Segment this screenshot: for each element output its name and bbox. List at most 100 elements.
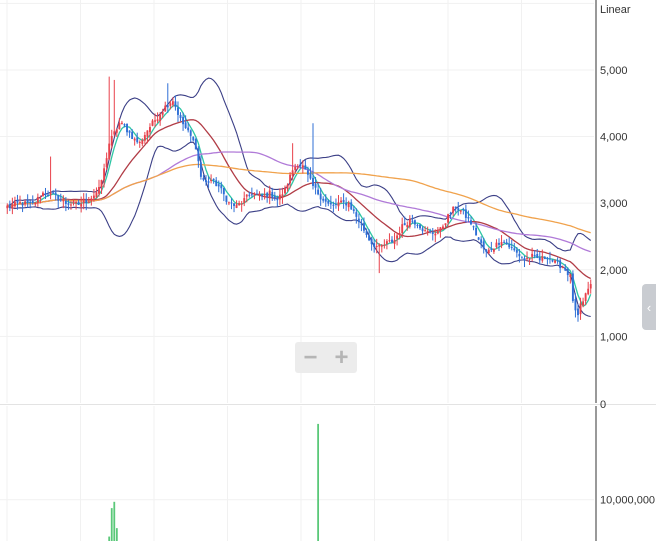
candle-body [380,245,383,247]
candle-body [182,116,185,125]
candle-body [62,200,65,202]
candle-body [566,268,569,276]
price-volume-chart[interactable]: Linear 0 1,000 2,000 3,000 4,000 5,000 10,000… [0,0,656,541]
candle-body [36,197,39,204]
candlestick [464,204,467,223]
candle-body [210,179,213,182]
candlestick [143,131,146,144]
candlestick [151,119,154,127]
candle-body [296,166,299,168]
candle-body [391,239,393,242]
candle-body [227,202,230,204]
candle-body [406,224,409,228]
candlestick [166,83,169,113]
candle-body [151,120,154,126]
candlestick [378,243,381,274]
candle-body [426,230,429,232]
candle-body [457,208,460,211]
moving-average-ma_short [7,104,592,308]
candle-body [304,165,307,170]
candlestick [477,236,480,241]
candle-body [31,200,34,204]
side-panel-toggle[interactable]: ‹ [642,284,656,330]
candlestick [41,191,44,197]
candle-body [454,206,457,209]
zoom-out-button[interactable]: − [295,342,326,373]
candlestick [495,239,498,249]
candlestick [505,238,508,245]
candlestick [215,177,218,187]
scale-mode-label[interactable]: Linear [600,4,631,16]
candle-body [340,200,342,203]
candle-body [306,170,309,175]
candle-body [520,257,523,259]
candle-body [408,219,411,227]
candle-body [419,224,421,229]
candlestick [566,267,569,282]
candle-body [82,200,85,204]
candle-body [64,200,67,204]
candlestick [309,167,312,180]
candlestick [538,251,541,265]
candlestick [561,265,564,269]
candle-body [87,201,90,203]
candle-body [21,203,24,206]
candle-body [347,202,350,208]
candlestick [345,197,348,211]
candlestick [492,248,495,254]
candlestick [174,95,177,111]
candle-body [289,174,292,184]
candle-body [385,241,388,244]
candle-body [449,213,452,215]
candle-body [559,260,562,269]
candle-body [85,199,88,203]
candle-body [490,248,493,251]
candle-body [238,203,241,206]
candle-body [166,105,169,108]
candle-body [24,201,27,205]
candle-body [401,224,404,233]
candle-body [345,203,348,206]
candle-body [57,195,60,201]
candlestick [571,270,574,303]
candle-body [230,202,233,204]
volume-tick-label: 10,000,000 [600,495,655,507]
candle-body [569,274,572,278]
candle-body [541,256,544,261]
volume-bar [110,508,113,541]
price-tick-label: 2,000 [600,265,628,277]
candlestick [337,195,340,211]
candle-body [294,166,297,171]
candlestick [113,79,116,137]
candlestick [238,200,241,206]
candlesticks [6,76,592,322]
candle-body [16,200,19,203]
candle-body [582,301,585,306]
candle-body [429,231,432,233]
zoom-in-button[interactable]: + [326,342,357,373]
candlestick [357,213,360,229]
candle-body [143,135,146,141]
candle-body [133,138,136,141]
candle-body [243,198,246,204]
candle-body [531,253,534,257]
candlestick [138,140,141,148]
candle-body [189,130,192,136]
candle-body [266,192,269,197]
candle-body [528,258,531,260]
candlestick [240,200,243,212]
candle-body [105,158,108,168]
candle-body [123,124,126,126]
candlestick [543,255,546,260]
zoom-controls: − + [295,342,357,373]
candle-body [518,253,521,257]
candlestick [559,258,562,273]
candle-body [503,241,506,243]
candle-body [508,243,511,248]
candle-body [212,178,215,180]
candlestick [556,257,559,264]
candle-body [480,239,483,243]
candlestick [177,101,179,122]
candlestick [360,218,363,232]
candlestick [34,202,37,207]
